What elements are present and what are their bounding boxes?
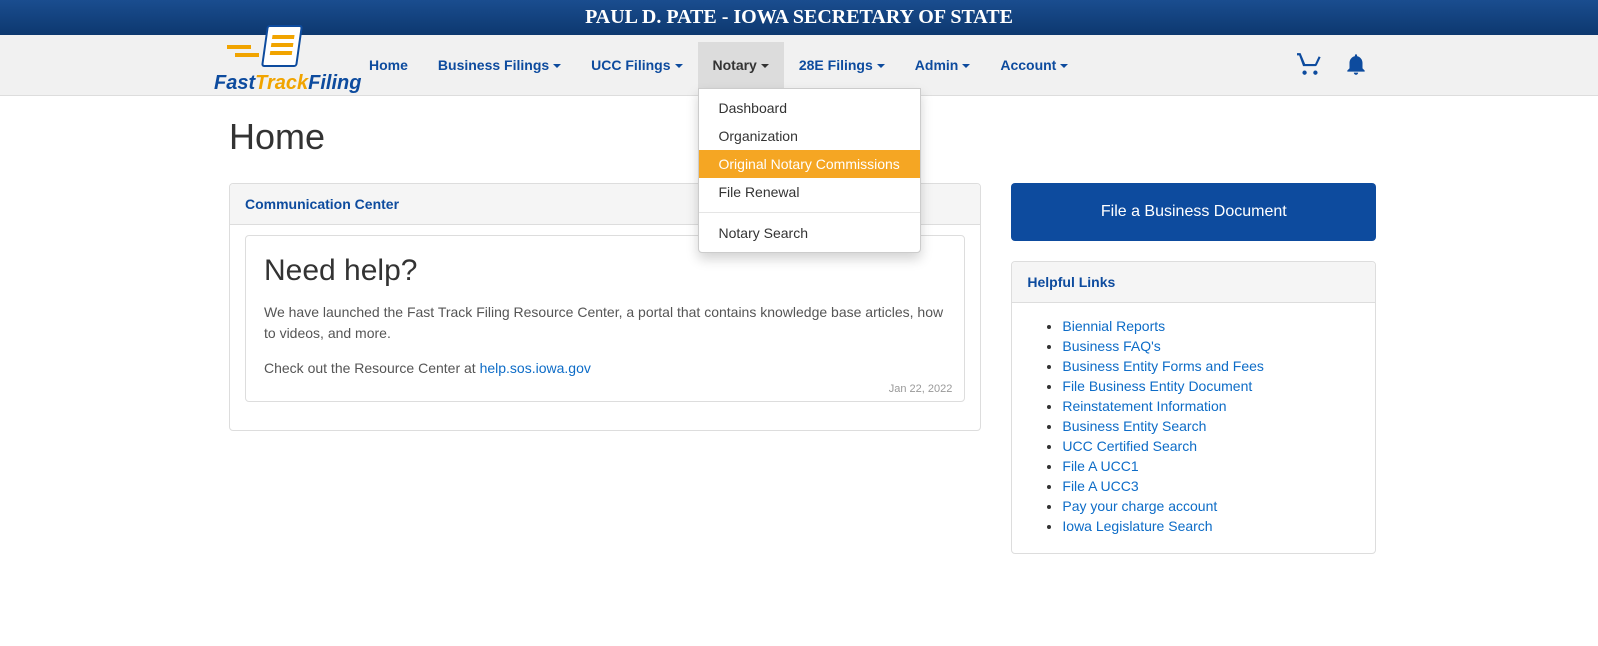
link-file-entity-document[interactable]: File Business Entity Document	[1062, 378, 1252, 394]
communication-center-body[interactable]: Need help? We have launched the Fast Tra…	[230, 225, 980, 430]
link-ucc-certified-search[interactable]: UCC Certified Search	[1062, 438, 1197, 454]
nav-admin[interactable]: Admin	[900, 42, 986, 88]
link-entity-forms-fees[interactable]: Business Entity Forms and Fees	[1062, 358, 1264, 374]
link-business-faqs[interactable]: Business FAQ's	[1062, 338, 1160, 354]
help-card-para1: We have launched the Fast Track Filing R…	[264, 302, 946, 344]
nav-business-filings[interactable]: Business Filings	[423, 42, 576, 88]
nav-28e-filings-label: 28E Filings	[799, 57, 873, 73]
link-pay-charge-account[interactable]: Pay your charge account	[1062, 498, 1217, 514]
nav-home[interactable]: Home	[354, 42, 423, 88]
helpful-links-heading: Helpful Links	[1012, 262, 1375, 303]
help-card-para2: Check out the Resource Center at help.so…	[264, 358, 946, 379]
logo[interactable]: FastTrackFiling	[214, 35, 354, 95]
menu-divider	[699, 212, 920, 213]
nav-28e-filings-link[interactable]: 28E Filings	[784, 42, 900, 88]
chevron-down-icon	[761, 64, 769, 68]
logo-word-track: Track	[255, 72, 308, 94]
chevron-down-icon	[877, 64, 885, 68]
notary-menu-original-commissions[interactable]: Original Notary Commissions	[699, 150, 920, 178]
nav-account-label: Account	[1000, 57, 1056, 73]
nav-admin-link[interactable]: Admin	[900, 42, 986, 88]
link-file-ucc1[interactable]: File A UCC1	[1062, 458, 1138, 474]
link-biennial-reports[interactable]: Biennial Reports	[1062, 318, 1165, 334]
nav-business-filings-label: Business Filings	[438, 57, 549, 73]
helpful-links-panel: Helpful Links Biennial Reports Business …	[1011, 261, 1376, 554]
nav-ucc-filings[interactable]: UCC Filings	[576, 42, 697, 88]
nav-notary-link[interactable]: Notary	[698, 42, 784, 88]
nav-home-link[interactable]: Home	[354, 42, 423, 88]
help-card-title: Need help?	[264, 254, 946, 288]
nav-ucc-filings-label: UCC Filings	[591, 57, 670, 73]
navbar: FastTrackFiling Home Business Filings UC…	[0, 35, 1598, 96]
link-file-ucc3[interactable]: File A UCC3	[1062, 478, 1138, 494]
help-card-date: Jan 22, 2022	[889, 383, 953, 395]
nav-admin-label: Admin	[915, 57, 959, 73]
help-card-para2-prefix: Check out the Resource Center at	[264, 360, 480, 376]
link-entity-search[interactable]: Business Entity Search	[1062, 418, 1206, 434]
nav-ucc-filings-link[interactable]: UCC Filings	[576, 42, 697, 88]
bell-icon[interactable]	[1343, 51, 1369, 80]
chevron-down-icon	[962, 64, 970, 68]
notary-menu-search[interactable]: Notary Search	[699, 219, 920, 247]
chevron-down-icon	[553, 64, 561, 68]
nav-notary-label: Notary	[713, 57, 757, 73]
nav-28e-filings[interactable]: 28E Filings	[784, 42, 900, 88]
top-banner: PAUL D. PATE - IOWA SECRETARY OF STATE	[0, 0, 1598, 35]
link-iowa-legislature-search[interactable]: Iowa Legislature Search	[1062, 518, 1212, 534]
helpful-links-list: Biennial Reports Business FAQ's Business…	[1027, 318, 1360, 534]
nav-notary[interactable]: Notary Dashboard Organization Original N…	[698, 42, 784, 88]
nav-account[interactable]: Account	[985, 42, 1083, 88]
help-card-link[interactable]: help.sos.iowa.gov	[480, 360, 591, 376]
link-reinstatement-info[interactable]: Reinstatement Information	[1062, 398, 1226, 414]
nav-account-link[interactable]: Account	[985, 42, 1083, 88]
help-card: Need help? We have launched the Fast Tra…	[245, 235, 965, 402]
notary-menu-file-renewal[interactable]: File Renewal	[699, 178, 920, 206]
chevron-down-icon	[1060, 64, 1068, 68]
logo-word-fast: Fast	[214, 72, 255, 94]
notary-menu-organization[interactable]: Organization	[699, 122, 920, 150]
file-business-document-button[interactable]: File a Business Document	[1011, 183, 1376, 241]
nav-business-filings-link[interactable]: Business Filings	[423, 42, 576, 88]
cart-icon[interactable]	[1297, 51, 1323, 80]
notary-menu-dashboard[interactable]: Dashboard	[699, 94, 920, 122]
notary-dropdown: Dashboard Organization Original Notary C…	[698, 88, 921, 253]
chevron-down-icon	[675, 64, 683, 68]
